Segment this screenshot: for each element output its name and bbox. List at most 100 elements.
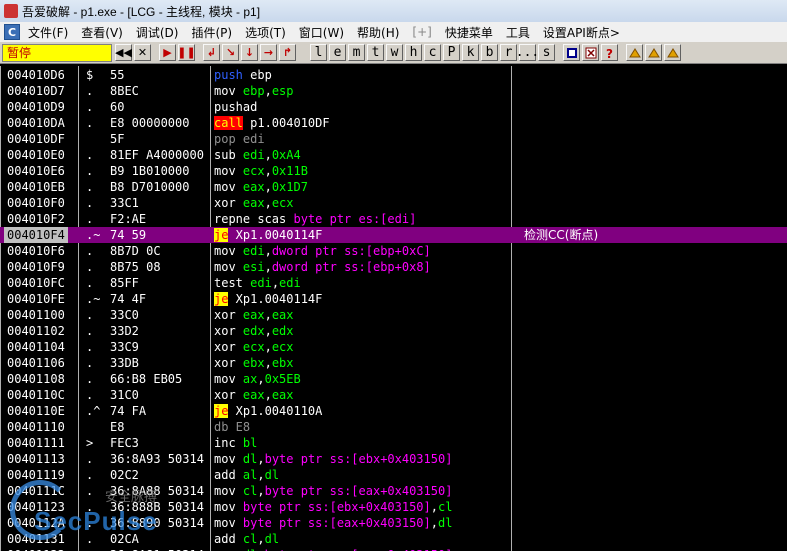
disasm-row[interactable]: 00401100. 33C0 xor eax,eax — [0, 307, 787, 323]
disasm-row[interactable]: 004010F2. F2:AE repne scas byte ptr es:[ed… — [0, 211, 787, 227]
disasm-row[interactable]: 00401110 E8 db E8 — [0, 419, 787, 435]
disasm-row[interactable]: 00401108. 66:B8 EB05 mov ax,0x5EB — [0, 371, 787, 387]
disasm-row[interactable]: 00401123. 36:888B 50314 mov byte ptr ss:[e… — [0, 499, 787, 515]
disasm-row[interactable]: 004010F9. 8B75 08 mov esi,dword ptr ss:[eb… — [0, 259, 787, 275]
hex-dump-cell: 33C1 — [110, 196, 139, 210]
asm-token: xor — [214, 308, 243, 322]
menu-item[interactable]: 工具 — [502, 24, 539, 41]
disasm-row[interactable]: 00401106. 33DB xor ebx,ebx — [0, 355, 787, 371]
disasm-row[interactable]: 00401131. 02CA add cl,dl — [0, 531, 787, 547]
disasm-row[interactable]: 0040110C. 31C0 xor eax,eax — [0, 387, 787, 403]
disasm-row[interactable]: 0040112A. 36:8890 50314 mov byte ptr ss:[e… — [0, 515, 787, 531]
window-button-l[interactable]: l — [310, 44, 327, 61]
address-cell: 00401106 — [7, 356, 65, 370]
plugin-icon-3[interactable] — [664, 44, 681, 61]
window-button-c[interactable]: c — [424, 44, 441, 61]
asm-token: edi — [242, 148, 265, 162]
disasm-row[interactable]: 004010D7. 8BEC mov ebp,esp — [0, 83, 787, 99]
disasm-row[interactable]: 004010F0. 33C1 xor eax,ecx — [0, 195, 787, 211]
restart-icon[interactable]: ◀◀ — [115, 44, 132, 61]
menu-item[interactable]: 窗口(W) — [295, 24, 353, 41]
step-into-icon[interactable]: ↲ — [203, 44, 220, 61]
address-cell: 00401113 — [7, 452, 65, 466]
disasm-row[interactable]: 00401111 > FEC3 inc bl — [0, 435, 787, 451]
jump-marker: . — [86, 500, 94, 514]
disasm-row[interactable]: 004010DF 5F pop edi — [0, 131, 787, 147]
disasm-row[interactable]: 004010E6. B9 1B010000 mov ecx,0x11B — [0, 163, 787, 179]
window-button-r[interactable]: r — [500, 44, 517, 61]
view-icon[interactable] — [582, 44, 599, 61]
menu-item[interactable]: [+] — [408, 25, 440, 39]
trace-over-icon[interactable]: → — [260, 44, 277, 61]
hex-dump-cell: B8 D7010000 — [110, 180, 190, 194]
disasm-row[interactable]: 004010D6 $55 push ebp — [0, 67, 787, 83]
asm-token: ecx — [242, 340, 265, 354]
address-cell: 00401102 — [7, 324, 65, 338]
plugin-icon-1[interactable] — [626, 44, 643, 61]
disasm-row[interactable]: 004010F6. 8B7D 0C mov edi,dword ptr ss:[eb… — [0, 243, 787, 259]
window-button-h[interactable]: h — [405, 44, 422, 61]
asm-token: ebp — [242, 84, 265, 98]
disasm-row[interactable]: 00401133. 36:8A81 50314 mov dl,byte ptr ss… — [0, 547, 787, 551]
disassembly-cell: push ebp — [214, 67, 272, 83]
menu-item[interactable]: 查看(V) — [77, 24, 132, 41]
disasm-row[interactable]: 0040110E .^ 74 FA je Xp1.0040110A — [0, 403, 787, 419]
menu-item[interactable]: 快捷菜单 — [441, 24, 502, 41]
window-button-s[interactable]: s — [538, 44, 555, 61]
disasm-row[interactable]: 004010FC. 85FF test edi,edi — [0, 275, 787, 291]
menu-item[interactable]: 选项(T) — [241, 24, 295, 41]
menu-item[interactable]: 调试(D) — [132, 24, 188, 41]
hex-dump-cell: 36:8A81 50314 — [110, 547, 210, 551]
options-icon[interactable] — [563, 44, 580, 61]
disasm-row[interactable]: 00401104. 33C9 xor ecx,ecx — [0, 339, 787, 355]
disasm-row[interactable]: 00401119. 02C2 add al,dl — [0, 467, 787, 483]
menu-item[interactable]: 文件(F) — [24, 24, 77, 41]
asm-token: , — [264, 340, 272, 354]
disasm-row[interactable]: 00401113. 36:8A93 50314 mov dl,byte ptr ss… — [0, 451, 787, 467]
disasm-row[interactable]: 004010E0. 81EF A4000000 sub edi,0xA4 — [0, 147, 787, 163]
jump-marker: . — [86, 547, 93, 551]
window-button-P[interactable]: P — [443, 44, 460, 61]
hex-dump-cell: 36:8890 50314 — [110, 516, 204, 530]
window-button-e[interactable]: e — [329, 44, 346, 61]
disasm-row[interactable]: 004010DA. E8 00000000 call p1.004010DF — [0, 115, 787, 131]
disasm-row[interactable]: 0040111C. 36:8A88 50314 mov cl,byte ptr ss… — [0, 483, 787, 499]
help-icon[interactable]: ? — [601, 44, 618, 61]
address-cell: 004010F9 — [7, 260, 65, 274]
address-cell: 004010F2 — [7, 212, 65, 226]
menu-item[interactable]: 帮助(H) — [353, 24, 408, 41]
window-button-t[interactable]: t — [367, 44, 384, 61]
disasm-row[interactable]: 004010D9. 60 pushad — [0, 99, 787, 115]
disassembly-cell: mov cl,byte ptr ss:[eax+0x403150] — [214, 483, 452, 499]
pause-icon[interactable]: ❚❚ — [177, 44, 196, 61]
disassembly-cell: test edi,edi — [214, 275, 301, 291]
asm-token: add — [214, 532, 243, 546]
hex-dump-cell: B9 1B010000 — [110, 164, 190, 178]
menu-item[interactable]: 插件(P) — [187, 24, 241, 41]
execute-till-return-icon[interactable]: ↱ — [279, 44, 296, 61]
asm-token: Xp1.0040110A — [228, 404, 323, 418]
disassembly-cell: mov edi,dword ptr ss:[ebp+0xC] — [214, 243, 431, 259]
trace-into-icon[interactable]: ↓ — [241, 44, 258, 61]
window-button-ellipsis[interactable]: ... — [516, 44, 539, 61]
disasm-row[interactable]: 004010F4 .~ 74 59 je Xp1.0040114F 检测CC(断点) — [0, 227, 787, 243]
asm-token: 0x5EB — [264, 372, 301, 386]
disasm-row[interactable]: 00401102. 33D2 xor edx,edx — [0, 323, 787, 339]
asm-token: ebp — [242, 68, 272, 82]
plugin-icon-2[interactable] — [645, 44, 662, 61]
disassembly-pane[interactable]: 004010D6 $55 push ebp 004010D7. 8BEC mov ebp,… — [0, 66, 787, 551]
close-icon[interactable]: ✕ — [134, 44, 151, 61]
disasm-row[interactable]: 004010FE .~ 74 4F je Xp1.0040114F — [0, 291, 787, 307]
hex-dump-cell: 74 4F — [110, 292, 147, 306]
window-button-m[interactable]: m — [348, 44, 365, 61]
window-button-k[interactable]: k — [462, 44, 479, 61]
step-over-icon[interactable]: ↘ — [222, 44, 239, 61]
address-cell: 004010EB — [7, 180, 65, 194]
window-button-b[interactable]: b — [481, 44, 498, 61]
window-button-w[interactable]: w — [386, 44, 403, 61]
disasm-row[interactable]: 004010EB. B8 D7010000 mov eax,0x1D7 — [0, 179, 787, 195]
asm-token: db E8 — [214, 420, 251, 434]
cpu-window-icon[interactable]: C — [4, 24, 20, 40]
run-icon[interactable]: ▶ — [159, 44, 176, 61]
menu-item[interactable]: 设置API断点> — [539, 24, 629, 41]
